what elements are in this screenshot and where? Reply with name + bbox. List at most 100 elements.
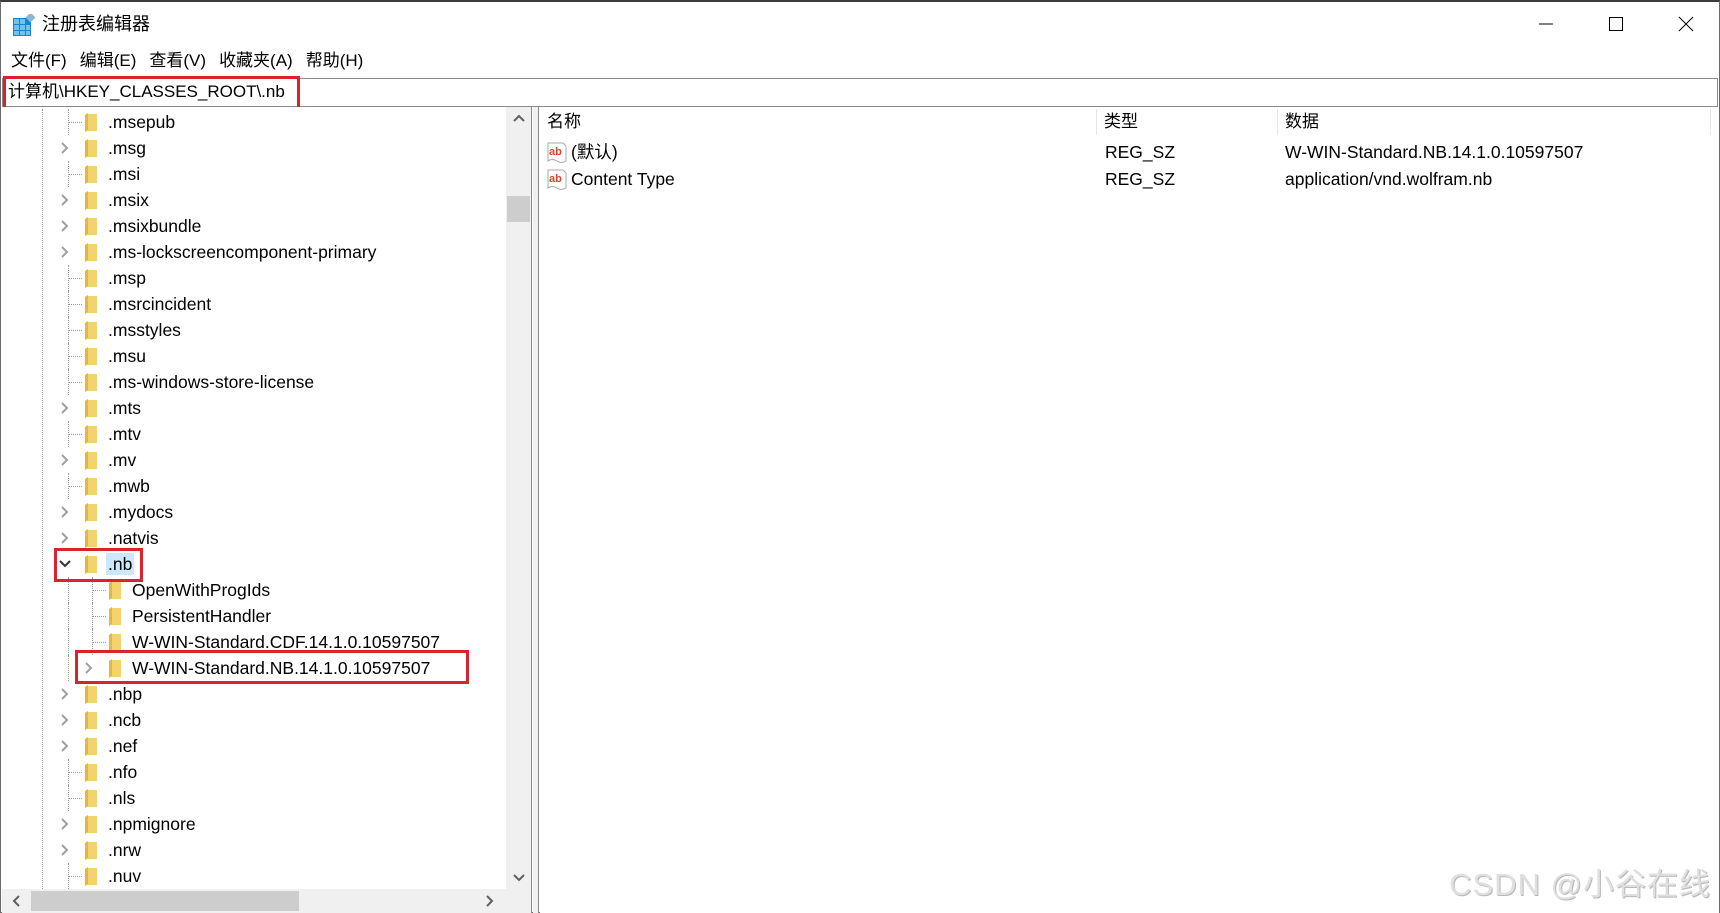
tree-horizontal-scroll-thumb[interactable] — [31, 891, 299, 911]
chevron-right-icon[interactable] — [57, 244, 73, 260]
tree-item[interactable]: .natvis — [2, 525, 506, 551]
chevron-right-icon[interactable] — [57, 140, 73, 156]
tree-item[interactable]: W-WIN-Standard.CDF.14.1.0.10597507 — [2, 629, 506, 655]
tree-item-label[interactable]: .mts — [106, 397, 143, 419]
tree-vertical-scrollbar[interactable] — [506, 107, 531, 889]
tree-vertical-scroll-thumb[interactable] — [507, 196, 530, 222]
tree-item-label[interactable]: .nef — [106, 735, 139, 757]
minimize-button[interactable] — [1511, 2, 1581, 46]
menu-favorites[interactable]: 收藏夹(A) — [217, 48, 300, 74]
tree-item[interactable]: .mydocs — [2, 499, 506, 525]
menu-edit[interactable]: 编辑(E) — [78, 48, 144, 74]
tree-item-label[interactable]: .msstyles — [106, 319, 183, 341]
tree-item-label[interactable]: .msix — [106, 189, 151, 211]
tree-item[interactable]: .nb — [2, 551, 506, 577]
tree-item[interactable]: .msepub — [2, 109, 506, 135]
tree-item-label[interactable]: OpenWithProgIds — [130, 579, 272, 601]
chevron-right-icon[interactable] — [57, 816, 73, 832]
tree-item-label[interactable]: .mv — [106, 449, 138, 471]
tree-item-label[interactable]: .ncb — [106, 709, 143, 731]
tree-item[interactable]: .mts — [2, 395, 506, 421]
address-bar[interactable]: 计算机\HKEY_CLASSES_ROOT\.nb — [2, 78, 1718, 107]
tree-item-label[interactable]: .mtv — [106, 423, 143, 445]
tree-item[interactable]: .nef — [2, 733, 506, 759]
tree-item-label[interactable]: W-WIN-Standard.NB.14.1.0.10597507 — [130, 657, 432, 679]
column-header-name[interactable]: 名称 — [540, 109, 1097, 135]
tree-item[interactable]: .nls — [2, 785, 506, 811]
tree-item[interactable]: .msp — [2, 265, 506, 291]
tree-item[interactable]: .nrw — [2, 837, 506, 863]
chevron-right-icon[interactable] — [57, 192, 73, 208]
scroll-right-button[interactable] — [480, 889, 500, 913]
folder-icon — [85, 737, 97, 756]
tree-item-label[interactable]: W-WIN-Standard.CDF.14.1.0.10597507 — [130, 631, 442, 653]
tree-item-label[interactable]: .natvis — [106, 527, 161, 549]
maximize-button[interactable] — [1581, 2, 1651, 46]
tree-item-label[interactable]: .npmignore — [106, 813, 198, 835]
tree-item-label[interactable]: .msixbundle — [106, 215, 203, 237]
tree-item-label[interactable]: .msg — [106, 137, 148, 159]
scroll-up-button[interactable] — [506, 107, 531, 129]
column-header-type[interactable]: 类型 — [1097, 109, 1278, 135]
tree-item-label[interactable]: .nrw — [106, 839, 143, 861]
chevron-right-icon[interactable] — [57, 712, 73, 728]
column-header-data[interactable]: 数据 — [1278, 109, 1711, 135]
chevron-right-icon[interactable] — [57, 686, 73, 702]
address-path[interactable]: 计算机\HKEY_CLASSES_ROOT\.nb — [8, 81, 285, 103]
tree-item-label[interactable]: .ms-lockscreencomponent-primary — [106, 241, 378, 263]
tree-item-label[interactable]: .ms-windows-store-license — [106, 371, 316, 393]
tree-item-label[interactable]: .nuv — [106, 865, 143, 887]
tree-horizontal-scrollbar[interactable] — [2, 889, 506, 913]
tree-item-label[interactable]: .msepub — [106, 111, 177, 133]
close-button[interactable] — [1651, 2, 1720, 46]
tree-item[interactable]: .nfo — [2, 759, 506, 785]
menu-file[interactable]: 文件(F) — [9, 48, 74, 74]
tree-item[interactable]: .msg — [2, 135, 506, 161]
chevron-right-icon[interactable] — [57, 400, 73, 416]
tree-item-label[interactable]: .msrcincident — [106, 293, 213, 315]
tree-item-label[interactable]: .msu — [106, 345, 148, 367]
chevron-right-icon[interactable] — [57, 842, 73, 858]
tree-item[interactable]: .msix — [2, 187, 506, 213]
tree-item[interactable]: .mv — [2, 447, 506, 473]
tree-item-label[interactable]: .mwb — [106, 475, 152, 497]
chevron-right-icon[interactable] — [81, 660, 97, 676]
tree-item[interactable]: .mtv — [2, 421, 506, 447]
tree-item[interactable]: .nbp — [2, 681, 506, 707]
tree-item-label[interactable]: PersistentHandler — [130, 605, 273, 627]
tree-item[interactable]: .npmignore — [2, 811, 506, 837]
tree-item[interactable]: .msixbundle — [2, 213, 506, 239]
tree-item[interactable]: OpenWithProgIds — [2, 577, 506, 603]
tree-item[interactable]: PersistentHandler — [2, 603, 506, 629]
tree-item-label[interactable]: .nbp — [106, 683, 144, 705]
tree-item[interactable]: .ms-lockscreencomponent-primary — [2, 239, 506, 265]
tree-item-label[interactable]: .nb — [106, 553, 135, 575]
chevron-right-icon[interactable] — [57, 452, 73, 468]
tree-item[interactable]: .msstyles — [2, 317, 506, 343]
value-row[interactable]: ab (默认) REG_SZ W-WIN-Standard.NB.14.1.0.… — [540, 139, 1719, 166]
tree-item-label[interactable]: .nfo — [106, 761, 139, 783]
tree-item-label[interactable]: .msp — [106, 267, 148, 289]
scroll-down-button[interactable] — [506, 867, 531, 889]
tree-item[interactable]: .msu — [2, 343, 506, 369]
chevron-right-icon[interactable] — [57, 218, 73, 234]
menu-view[interactable]: 查看(V) — [147, 48, 213, 74]
menu-help[interactable]: 帮助(H) — [304, 48, 371, 74]
pane-splitter[interactable] — [533, 107, 539, 913]
tree-item-label[interactable]: .msi — [106, 163, 142, 185]
tree-item[interactable]: .msrcincident — [2, 291, 506, 317]
tree-item[interactable]: .mwb — [2, 473, 506, 499]
chevron-down-icon[interactable] — [57, 556, 73, 572]
tree-item[interactable]: .ms-windows-store-license — [2, 369, 506, 395]
tree-item-label[interactable]: .mydocs — [106, 501, 175, 523]
tree-item[interactable]: .nuv — [2, 863, 506, 889]
chevron-right-icon[interactable] — [57, 504, 73, 520]
tree-item-label[interactable]: .nls — [106, 787, 137, 809]
scroll-left-button[interactable] — [6, 889, 26, 913]
chevron-right-icon[interactable] — [57, 738, 73, 754]
tree-item[interactable]: .msi — [2, 161, 506, 187]
chevron-right-icon[interactable] — [57, 530, 73, 546]
tree-item[interactable]: .ncb — [2, 707, 506, 733]
value-row[interactable]: ab Content Type REG_SZ application/vnd.w… — [540, 166, 1719, 193]
tree-item[interactable]: W-WIN-Standard.NB.14.1.0.10597507 — [2, 655, 506, 681]
